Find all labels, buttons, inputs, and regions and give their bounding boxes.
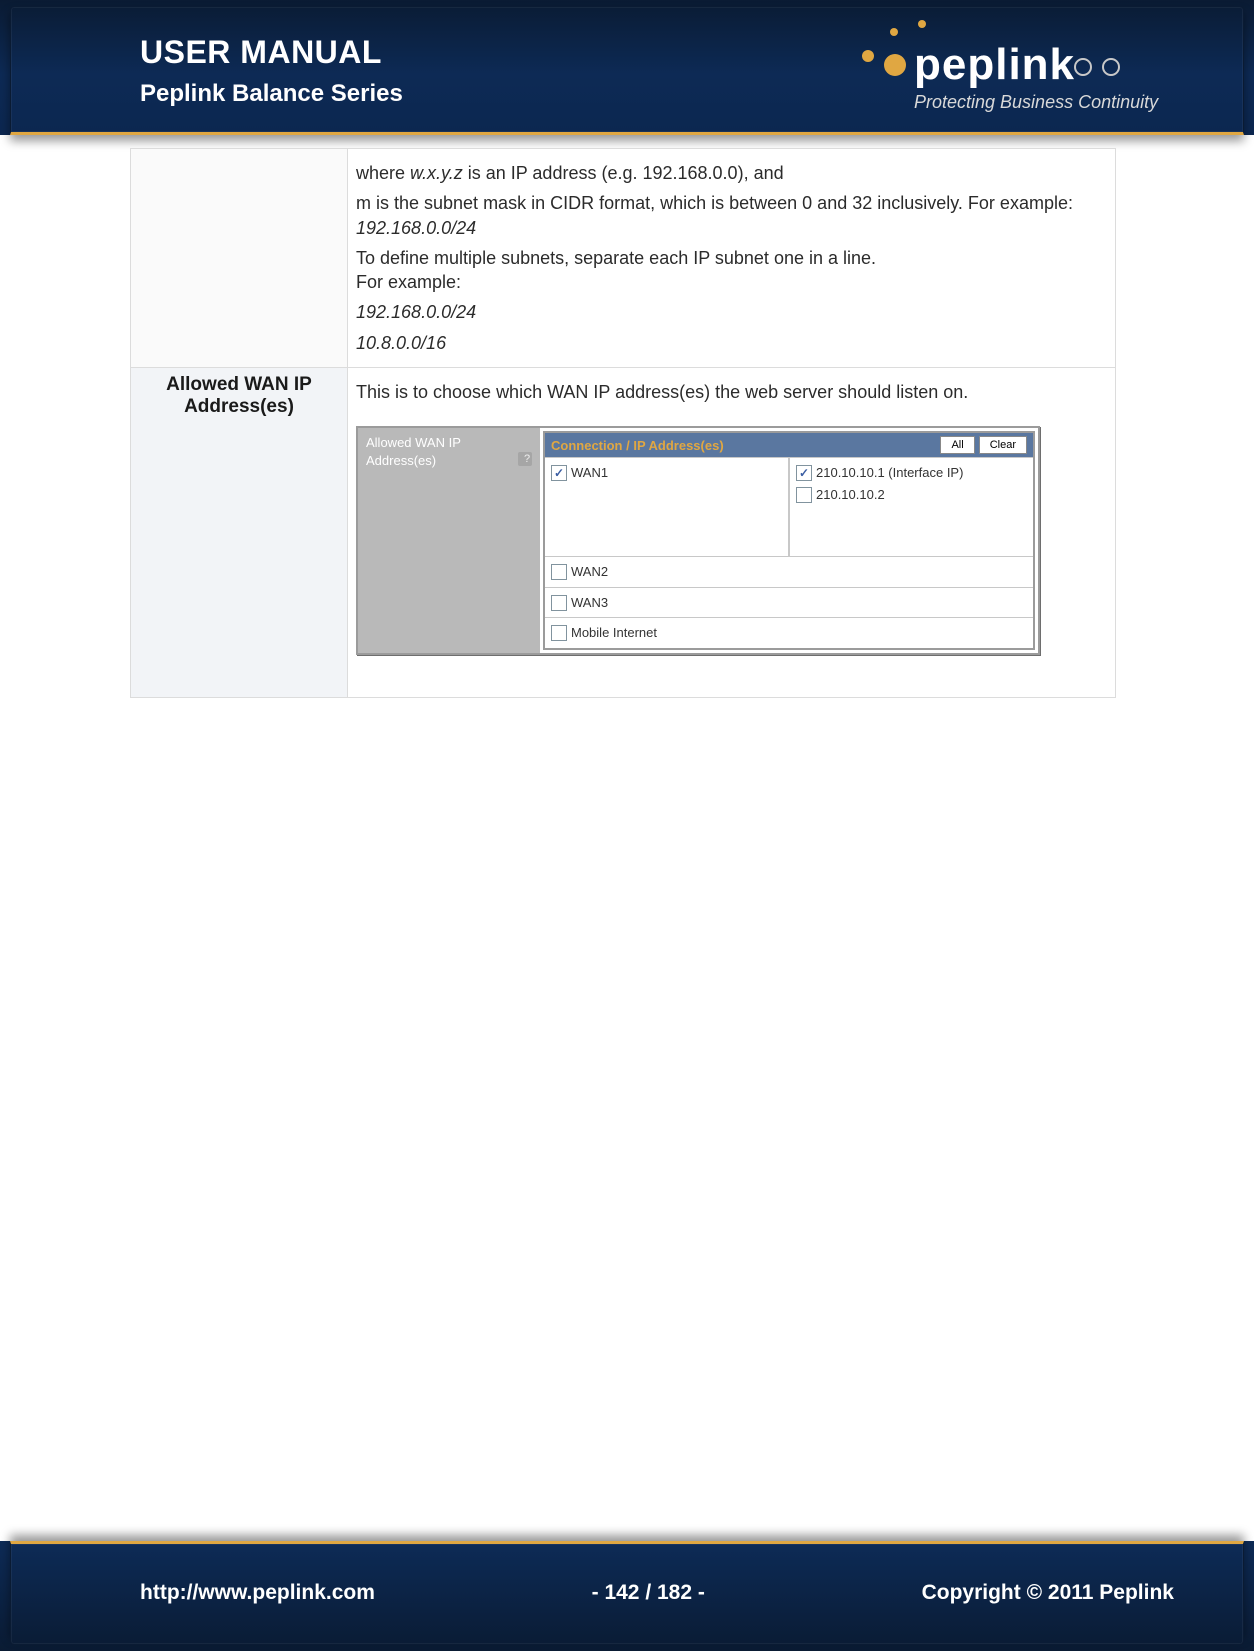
row1-p2i: 192.168.0.0/24 bbox=[356, 218, 476, 238]
brand-tagline: Protecting Business Continuity bbox=[914, 92, 1158, 113]
checkbox-icon bbox=[551, 625, 567, 641]
help-icon[interactable]: ? bbox=[518, 452, 532, 466]
wan1-checkbox[interactable]: ✓ WAN1 bbox=[551, 464, 608, 482]
doc-subtitle: Peplink Balance Series bbox=[140, 80, 403, 108]
checkbox-icon bbox=[551, 564, 567, 580]
wan3-checkbox[interactable]: WAN3 bbox=[551, 594, 608, 612]
row1-ex1: 192.168.0.0/24 bbox=[356, 300, 1107, 324]
brand-name: peplink bbox=[914, 40, 1075, 90]
row1-p4: For example: bbox=[356, 272, 461, 292]
wan1-row: ✓ WAN1 ✓ 210.10.10.1 (Interface IP) bbox=[545, 457, 1033, 556]
mobile-label: Mobile Internet bbox=[571, 624, 657, 642]
wan1-label: WAN1 bbox=[571, 464, 608, 482]
checkbox-icon bbox=[551, 595, 567, 611]
panel-header-text: Connection / IP Address(es) bbox=[551, 437, 724, 455]
row2-desc: This is to choose which WAN IP address(e… bbox=[356, 380, 1107, 404]
mobile-checkbox[interactable]: Mobile Internet bbox=[551, 624, 657, 642]
row1-p1b: is an IP address (e.g. 192.168.0.0), and bbox=[463, 163, 784, 183]
wan1-ip2-checkbox[interactable]: 210.10.10.2 bbox=[796, 486, 885, 504]
page-content: where w.x.y.z is an IP address (e.g. 192… bbox=[130, 148, 1116, 698]
wan3-label: WAN3 bbox=[571, 594, 608, 612]
wan1-ip1-label: 210.10.10.1 (Interface IP) bbox=[816, 464, 963, 482]
wan2-label: WAN2 bbox=[571, 563, 608, 581]
footer-page: - 142 / 182 - bbox=[592, 1581, 705, 1605]
wan1-ip2-label: 210.10.10.2 bbox=[816, 486, 885, 504]
wan1-ip1-checkbox[interactable]: ✓ 210.10.10.1 (Interface IP) bbox=[796, 464, 963, 482]
row1-content: where w.x.y.z is an IP address (e.g. 192… bbox=[348, 149, 1116, 368]
footer-banner: http://www.peplink.com - 142 / 182 - Cop… bbox=[0, 1541, 1254, 1651]
footer-copyright: Copyright © 2011 Peplink bbox=[922, 1581, 1174, 1605]
panel-side: Allowed WAN IP Address(es) ? bbox=[358, 428, 540, 653]
wan2-checkbox[interactable]: WAN2 bbox=[551, 563, 608, 581]
description-table: where w.x.y.z is an IP address (e.g. 192… bbox=[130, 148, 1116, 698]
row2-label: Allowed WAN IP Address(es) bbox=[131, 368, 348, 698]
row1-label bbox=[131, 149, 348, 368]
row1-p2a: m is the subnet mask in CIDR format, whi… bbox=[356, 193, 1073, 213]
checkbox-icon: ✓ bbox=[796, 465, 812, 481]
row1-p1i: w.x.y.z bbox=[410, 163, 463, 183]
footer-url: http://www.peplink.com bbox=[140, 1581, 375, 1605]
row1-p3: To define multiple subnets, separate eac… bbox=[356, 248, 876, 268]
header-banner: USER MANUAL Peplink Balance Series pepli… bbox=[0, 0, 1254, 135]
panel-side-label: Allowed WAN IP Address(es) bbox=[366, 435, 461, 468]
panel-box: Connection / IP Address(es) All Clear bbox=[543, 431, 1035, 650]
all-button[interactable]: All bbox=[940, 436, 974, 454]
wan-panel: Allowed WAN IP Address(es) ? Connection … bbox=[356, 426, 1040, 655]
doc-title: USER MANUAL bbox=[140, 34, 382, 71]
clear-button[interactable]: Clear bbox=[979, 436, 1027, 454]
panel-header: Connection / IP Address(es) All Clear bbox=[545, 433, 1033, 457]
row2-content: This is to choose which WAN IP address(e… bbox=[348, 368, 1116, 698]
mobile-row: Mobile Internet bbox=[545, 617, 1033, 648]
wan2-row: WAN2 bbox=[545, 556, 1033, 587]
panel-main: Connection / IP Address(es) All Clear bbox=[540, 428, 1038, 653]
row1-p1a: where bbox=[356, 163, 410, 183]
checkbox-icon: ✓ bbox=[551, 465, 567, 481]
row1-ex2: 10.8.0.0/16 bbox=[356, 331, 1107, 355]
wan3-row: WAN3 bbox=[545, 587, 1033, 618]
checkbox-icon bbox=[796, 487, 812, 503]
brand-logo: peplink Protecting Business Continuity bbox=[854, 14, 1194, 114]
